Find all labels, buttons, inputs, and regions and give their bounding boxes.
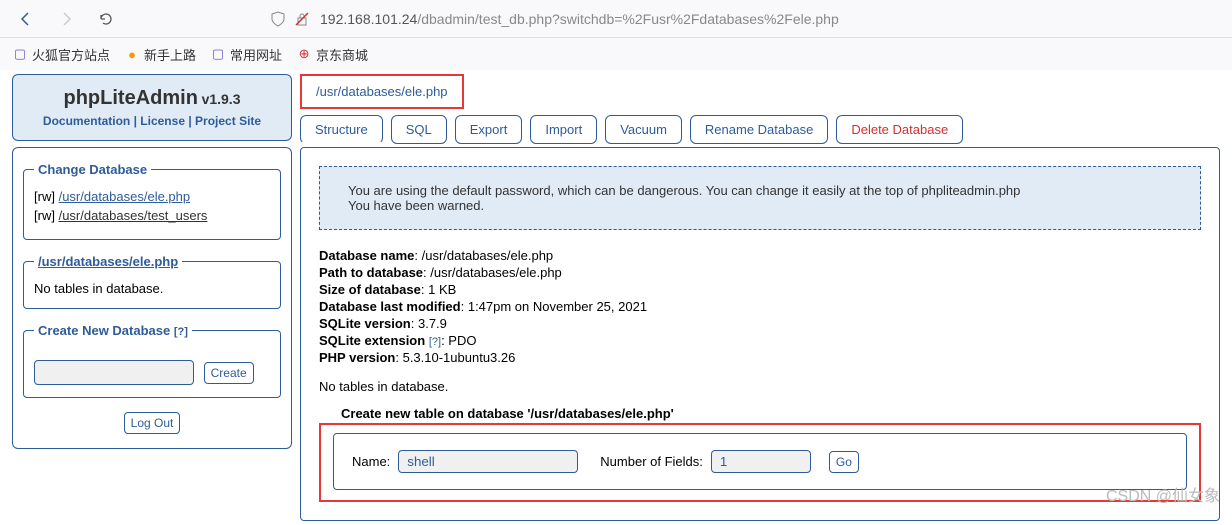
tab-export[interactable]: Export (455, 115, 523, 144)
info-label: Database name (319, 248, 414, 263)
info-label: PHP version (319, 350, 395, 365)
db-path-link[interactable]: /usr/databases/ele.php (316, 84, 448, 99)
bookmark-item[interactable]: ▢ 火狐官方站点 (12, 45, 110, 64)
create-table-highlight: Name: Number of Fields: Go (319, 423, 1201, 502)
num-fields-input[interactable] (711, 450, 811, 473)
go-button[interactable]: Go (829, 451, 859, 473)
db-link[interactable]: /usr/databases/ele.php (59, 189, 191, 204)
warning-box: You are using the default password, whic… (319, 166, 1201, 230)
folder-icon: ▢ (210, 46, 226, 62)
bookmark-item[interactable]: ▢ 常用网址 (210, 45, 282, 64)
tabs: Structure SQL Export Import Vacuum Renam… (300, 115, 1220, 144)
insecure-icon (294, 11, 310, 27)
info-value: : 1 KB (421, 282, 456, 297)
logout-button[interactable]: Log Out (124, 412, 181, 434)
info-label: SQLite version (319, 316, 411, 331)
bookmark-label: 常用网址 (230, 45, 282, 64)
license-link[interactable]: License (140, 114, 185, 128)
db-path-highlight: /usr/databases/ele.php (300, 74, 464, 109)
tab-content: You are using the default password, whic… (300, 147, 1220, 521)
db-perm: [rw] (34, 189, 55, 204)
forward-button[interactable] (52, 5, 80, 33)
tab-rename[interactable]: Rename Database (690, 115, 828, 144)
info-value: : 5.3.10-1ubuntu3.26 (395, 350, 515, 365)
tab-vacuum[interactable]: Vacuum (605, 115, 682, 144)
app-title: phpLiteAdmin (64, 87, 198, 109)
info-value: : /usr/databases/ele.php (423, 265, 562, 280)
tab-structure[interactable]: Structure (300, 115, 383, 144)
change-db-legend: Change Database (34, 162, 151, 177)
bookmark-item[interactable]: ● 新手上路 (124, 45, 196, 64)
url-bar[interactable]: 192.168.101.24/dbadmin/test_db.php?switc… (262, 11, 1220, 27)
change-db-fieldset: Change Database [rw] /usr/databases/ele.… (23, 162, 281, 240)
create-button[interactable]: Create (204, 362, 254, 384)
doc-link[interactable]: Documentation (43, 114, 130, 128)
url-text: 192.168.101.24/dbadmin/test_db.php?switc… (320, 11, 839, 27)
info-label: Path to database (319, 265, 423, 280)
info-label: Database last modified (319, 299, 461, 314)
security-icons (270, 11, 310, 27)
back-button[interactable] (12, 5, 40, 33)
current-db-fieldset: /usr/databases/ele.php No tables in data… (23, 254, 281, 309)
db-entry: [rw] /usr/databases/test_users (34, 208, 270, 223)
db-link[interactable]: /usr/databases/test_users (59, 208, 208, 223)
help-link[interactable]: [?] (429, 336, 441, 348)
new-db-input[interactable] (34, 360, 194, 385)
info-value: : PDO (441, 333, 476, 348)
info-label: Size of database (319, 282, 421, 297)
bookmark-label: 新手上路 (144, 45, 196, 64)
info-label: SQLite extension (319, 333, 425, 348)
folder-icon: ▢ (12, 46, 28, 62)
app-version: v1.9.3 (202, 91, 241, 107)
fields-label: Number of Fields: (600, 454, 703, 469)
shield-icon (270, 11, 286, 27)
tab-import[interactable]: Import (530, 115, 597, 144)
db-perm: [rw] (34, 208, 55, 223)
no-tables-text: No tables in database. (34, 281, 270, 296)
bookmarks-bar: ▢ 火狐官方站点 ● 新手上路 ▢ 常用网址 ⊕ 京东商城 (0, 38, 1232, 70)
table-name-input[interactable] (398, 450, 578, 473)
create-db-fieldset: Create New Database [?] Create (23, 323, 281, 398)
app-header: phpLiteAdmin v1.9.3 Documentation | Lice… (12, 74, 292, 141)
info-value: : 3.7.9 (411, 316, 447, 331)
globe-icon: ⊕ (296, 46, 312, 62)
bookmark-label: 火狐官方站点 (32, 45, 110, 64)
help-link[interactable]: [?] (174, 326, 188, 338)
create-db-legend: Create New Database (38, 323, 170, 338)
bookmark-item[interactable]: ⊕ 京东商城 (296, 45, 368, 64)
warning-line: You are using the default password, whic… (348, 183, 1172, 198)
reload-button[interactable] (92, 5, 120, 33)
no-tables-main: No tables in database. (319, 379, 1201, 394)
name-label: Name: (352, 454, 390, 469)
create-table-legend: Create new table on database '/usr/datab… (337, 406, 678, 421)
current-db-legend[interactable]: /usr/databases/ele.php (38, 254, 178, 269)
firefox-icon: ● (124, 46, 140, 62)
browser-toolbar: 192.168.101.24/dbadmin/test_db.php?switc… (0, 0, 1232, 38)
warning-line: You have been warned. (348, 198, 1172, 213)
info-value: : 1:47pm on November 25, 2021 (461, 299, 647, 314)
db-entry: [rw] /usr/databases/ele.php (34, 189, 270, 204)
project-link[interactable]: Project Site (195, 114, 261, 128)
tab-delete[interactable]: Delete Database (836, 115, 963, 144)
tab-sql[interactable]: SQL (391, 115, 447, 144)
info-value: : /usr/databases/ele.php (414, 248, 553, 263)
bookmark-label: 京东商城 (316, 45, 368, 64)
